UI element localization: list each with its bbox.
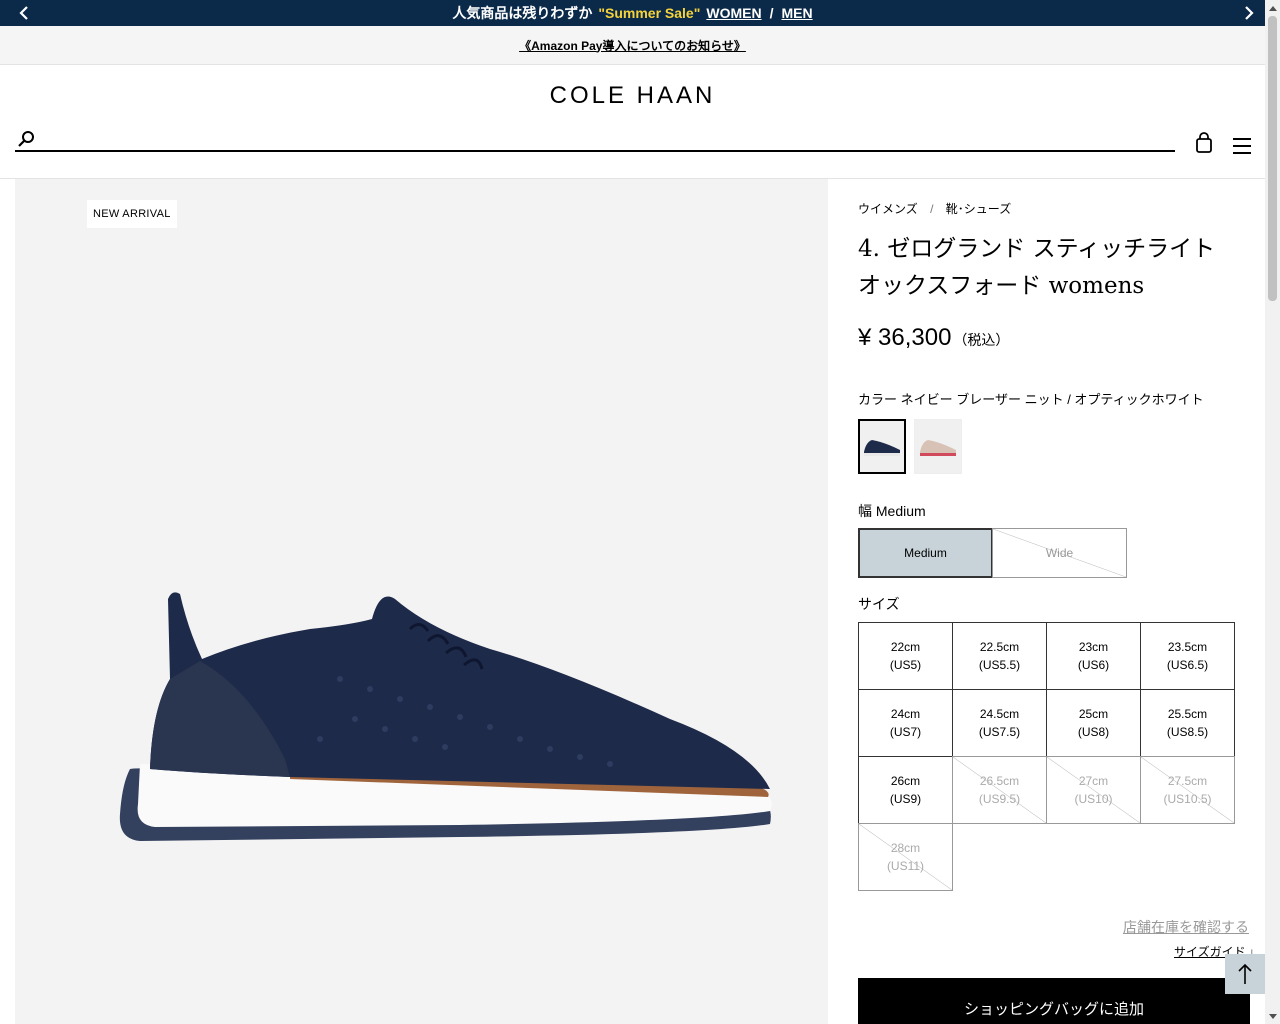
size-us: (US8) — [1077, 725, 1110, 739]
color-swatch-navy[interactable] — [858, 419, 906, 474]
scroll-up-icon[interactable] — [1265, 0, 1280, 15]
size-option[interactable]: 25cm (US8) — [1046, 689, 1141, 757]
size-cm: 24cm — [890, 707, 921, 721]
color-label: カラー ネイビー ブレーザー ニット / オプティックホワイト — [858, 392, 1204, 407]
brand-logo[interactable]: COLE HAAN — [0, 82, 1265, 110]
size-us: (US7.5) — [978, 725, 1021, 739]
width-option-medium[interactable]: Medium — [858, 528, 993, 578]
size-cm: 22cm — [890, 640, 921, 654]
hamburger-menu-icon[interactable] — [1232, 137, 1252, 155]
scroll-down-icon[interactable] — [1265, 1009, 1280, 1024]
promo-sale-text: "Summer Sale" — [598, 5, 701, 21]
size-us: (US7) — [889, 725, 922, 739]
size-cm: 23.5cm — [1167, 640, 1208, 654]
breadcrumb: ウイメンズ / 靴･シューズ — [858, 200, 1011, 217]
back-to-top-button[interactable] — [1225, 954, 1265, 994]
size-cm: 23cm — [1078, 640, 1109, 654]
size-cm: 28cm — [890, 841, 921, 855]
search-bar — [15, 128, 1175, 152]
size-option[interactable]: 26cm (US9) — [858, 756, 953, 824]
size-option[interactable]: 25.5cm (US8.5) — [1140, 689, 1235, 757]
chevron-right-icon[interactable] — [1239, 3, 1259, 23]
price-tax-note: （税込） — [953, 332, 1010, 348]
breadcrumb-separator: / — [930, 202, 934, 216]
chevron-left-icon[interactable] — [14, 3, 34, 23]
size-cm: 26.5cm — [979, 774, 1020, 788]
size-option[interactable]: 23cm (US6) — [1046, 622, 1141, 690]
size-us: (US6) — [1077, 658, 1110, 672]
size-us: (US11) — [886, 859, 925, 873]
size-us: (US5) — [889, 658, 922, 672]
size-cm: 22.5cm — [979, 640, 1020, 654]
promo-link-men[interactable]: MEN — [781, 5, 812, 21]
size-option[interactable]: 22.5cm (US5.5) — [952, 622, 1047, 690]
add-to-bag-button[interactable]: ショッピングバッグに追加 — [858, 978, 1250, 1024]
size-cm: 27.5cm — [1167, 774, 1208, 788]
size-cm: 24.5cm — [979, 707, 1020, 721]
promo-bar: 人気商品は残りわずか "Summer Sale" WOMEN / MEN — [0, 0, 1265, 26]
search-icon[interactable] — [17, 130, 35, 148]
size-option[interactable]: 24.5cm (US7.5) — [952, 689, 1047, 757]
amazon-pay-notice-link[interactable]: 《Amazon Pay導入についてのお知らせ》 — [519, 37, 746, 54]
price-value: ¥ 36,300 — [858, 324, 952, 351]
shopping-bag-icon[interactable] — [1194, 132, 1214, 154]
size-option[interactable]: 27.5cm (US10.5) — [1140, 756, 1235, 824]
width-option-wide[interactable]: Wide — [992, 528, 1127, 578]
size-us: (US10) — [1074, 792, 1113, 806]
check-store-stock-link[interactable]: 店舗在庫を確認する — [1123, 917, 1249, 937]
arrow-up-icon — [1238, 963, 1252, 984]
search-input[interactable] — [43, 128, 1163, 150]
size-cm: 25.5cm — [1167, 707, 1208, 721]
size-option[interactable]: 28cm (US11) — [858, 823, 953, 891]
product-gallery[interactable]: NEW ARRIVAL — [15, 179, 828, 1024]
size-cm: 26cm — [890, 774, 921, 788]
size-us: (US6.5) — [1166, 658, 1209, 672]
size-us: (US8.5) — [1166, 725, 1209, 739]
color-swatch-blush[interactable] — [914, 419, 962, 474]
size-us: (US10.5) — [1163, 792, 1212, 806]
size-option[interactable]: 24cm (US7) — [858, 689, 953, 757]
breadcrumb-women[interactable]: ウイメンズ — [858, 202, 918, 216]
size-cm: 25cm — [1078, 707, 1109, 721]
width-label: 幅 Medium — [858, 503, 926, 519]
product-price: ¥ 36,300 （税込） — [858, 324, 1009, 352]
size-label: サイズ — [858, 596, 900, 612]
promo-link-women[interactable]: WOMEN — [706, 5, 761, 21]
size-option[interactable]: 27cm (US10) — [1046, 756, 1141, 824]
size-option[interactable]: 26.5cm (US9.5) — [952, 756, 1047, 824]
size-us: (US9) — [889, 792, 922, 806]
size-option[interactable]: 23.5cm (US6.5) — [1140, 622, 1235, 690]
breadcrumb-shoes[interactable]: 靴･シューズ — [946, 202, 1011, 216]
new-arrival-badge: NEW ARRIVAL — [87, 200, 177, 228]
notice-bar: 《Amazon Pay導入についてのお知らせ》 — [0, 26, 1265, 65]
scrollbar-thumb[interactable] — [1268, 16, 1277, 301]
product-title: 4. ゼログランド スティッチライト オックスフォード womens — [858, 236, 1216, 299]
promo-separator: / — [769, 5, 774, 21]
product-image-shoe[interactable] — [110, 589, 780, 859]
size-us: (US9.5) — [978, 792, 1021, 806]
size-us: (US5.5) — [978, 658, 1021, 672]
promo-text: 人気商品は残りわずか — [452, 5, 593, 21]
page-scrollbar[interactable] — [1265, 0, 1280, 1024]
size-cm: 27cm — [1078, 774, 1109, 788]
size-option[interactable]: 22cm (US5) — [858, 622, 953, 690]
